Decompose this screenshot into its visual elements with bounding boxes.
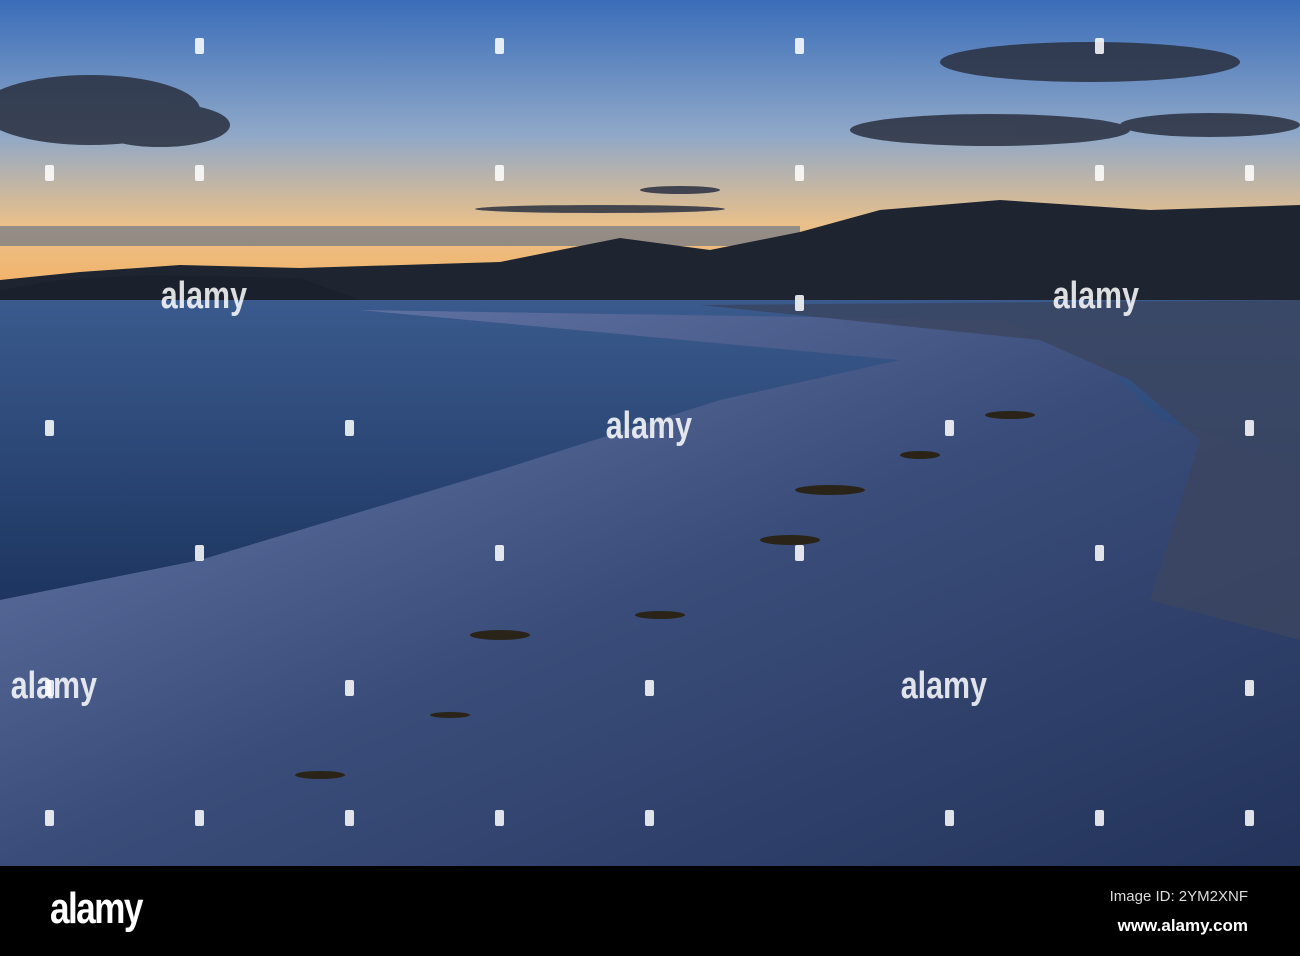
watermark-mark [195, 545, 204, 561]
watermark-mark [1245, 420, 1254, 436]
alamy-logo: alamy [50, 884, 143, 933]
footer-bar: alamy Image ID: 2YM2XNF www.alamy.com [0, 866, 1300, 956]
watermark-mark [1245, 165, 1254, 181]
watermark-mark [45, 165, 54, 181]
watermark-mark [495, 810, 504, 826]
watermark-mark [945, 810, 954, 826]
watermark-mark [645, 680, 654, 696]
watermark-mark [345, 810, 354, 826]
watermark-mark [945, 420, 954, 436]
watermark-mark [795, 38, 804, 54]
watermark-mark [495, 545, 504, 561]
watermark-mark [195, 38, 204, 54]
watermark-mark [195, 165, 204, 181]
watermark-mark [795, 165, 804, 181]
watermark: alamy [900, 665, 987, 707]
watermark: alamy [160, 275, 247, 317]
watermark-mark [1095, 38, 1104, 54]
site-url: www.alamy.com [1117, 916, 1248, 935]
watermark: alamy [1052, 275, 1139, 317]
stock-photo: alamy alamy alamy alamy alamy alamy Imag… [0, 0, 1300, 956]
watermark-mark [495, 165, 504, 181]
watermark-mark [795, 295, 804, 311]
watermark-mark [1095, 165, 1104, 181]
watermark: alamy [605, 405, 692, 447]
watermark-mark [345, 680, 354, 696]
watermark-mark [495, 38, 504, 54]
watermark-mark [45, 810, 54, 826]
watermark-mark [1095, 810, 1104, 826]
watermark-mark [45, 680, 54, 696]
watermark-mark [795, 545, 804, 561]
watermark-mark [45, 420, 54, 436]
watermark-mark [345, 420, 354, 436]
watermark-mark [1245, 810, 1254, 826]
watermark-mark [1245, 680, 1254, 696]
image-id: Image ID: 2YM2XNF [1109, 888, 1248, 905]
watermark-mark [1095, 545, 1104, 561]
watermark-mark [645, 810, 654, 826]
watermark-mark [195, 810, 204, 826]
